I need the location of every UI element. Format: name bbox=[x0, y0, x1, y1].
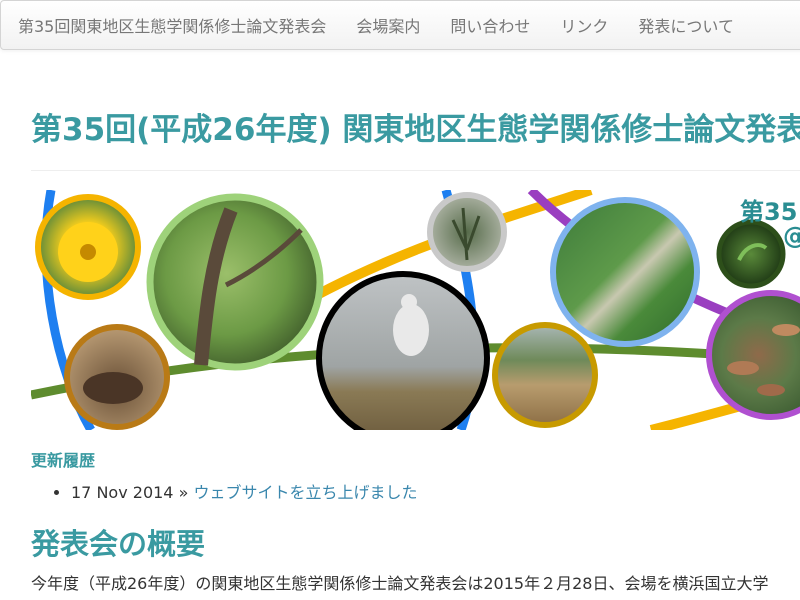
overview-heading: 発表会の概要 bbox=[31, 527, 206, 561]
photo-frog bbox=[64, 324, 170, 430]
photo-tree bbox=[146, 193, 324, 371]
photo-dunes bbox=[492, 322, 598, 428]
photo-plant bbox=[427, 192, 507, 272]
photo-river bbox=[550, 197, 700, 347]
update-link[interactable]: ウェブサイトを立ち上げました bbox=[193, 483, 417, 502]
nav-item-contact[interactable]: 問い合わせ bbox=[435, 13, 545, 37]
title-divider bbox=[31, 170, 800, 171]
update-date: 17 Nov 2014 bbox=[71, 483, 174, 502]
banner-text-line2: @ bbox=[783, 222, 800, 250]
overview-text: 今年度（平成26年度）の関東地区生態学関係修士論文発表会は2015年２月28日、… bbox=[31, 574, 769, 593]
nav-item-links[interactable]: リンク bbox=[545, 13, 623, 37]
photo-flower bbox=[35, 194, 141, 300]
top-navbar: 第35回関東地区生態学関係修士論文発表会 会場案内 問い合わせ リンク 発表につ… bbox=[0, 0, 800, 50]
banner-image: 第35 @ bbox=[31, 190, 800, 430]
nav-brand[interactable]: 第35回関東地区生態学関係修士論文発表会 bbox=[1, 13, 341, 37]
page-title: 第35回(平成26年度) 関東地区生態学関係修士論文発表会 bbox=[31, 112, 800, 148]
list-item: 17 Nov 2014 » ウェブサイトを立ち上げました bbox=[71, 481, 417, 505]
photo-fungi bbox=[706, 290, 800, 420]
photo-leaf bbox=[716, 219, 786, 289]
updates-list: 17 Nov 2014 » ウェブサイトを立ち上げました bbox=[31, 481, 417, 505]
banner-graphic bbox=[31, 190, 800, 430]
nav-item-presentation[interactable]: 発表について bbox=[623, 13, 749, 37]
update-separator: » bbox=[173, 483, 194, 502]
nav-item-venue[interactable]: 会場案内 bbox=[341, 13, 435, 37]
updates-heading: 更新履歴 bbox=[31, 451, 96, 470]
photo-bird bbox=[316, 271, 490, 430]
